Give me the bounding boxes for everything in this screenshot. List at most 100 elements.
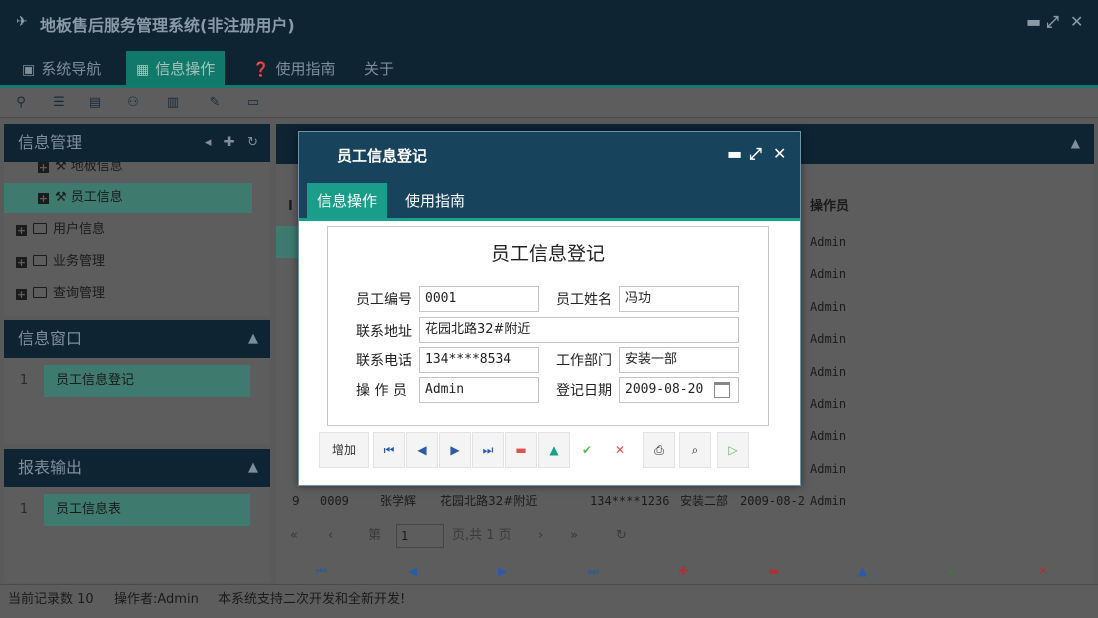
first-page-icon[interactable]: « xyxy=(290,520,298,552)
prev-page-icon[interactable]: ‹ xyxy=(328,520,333,552)
bottom-first-icon[interactable]: ⏮ xyxy=(316,564,327,579)
menu-about[interactable]: 关于 xyxy=(354,51,404,88)
first-record-icon[interactable]: ⏮ xyxy=(373,432,405,468)
table-cell-date: 2009-08-2 xyxy=(740,494,806,509)
table-cell-addr: 花园北路32#附近 xyxy=(440,494,538,509)
bottom-check-icon[interactable]: ✔ xyxy=(948,564,958,578)
menu-info-operation[interactable]: ▦ 信息操作 xyxy=(126,51,226,88)
minimize-icon[interactable]: ▬ xyxy=(1026,12,1041,31)
last-page-icon[interactable]: » xyxy=(570,520,578,552)
collapse-up-icon[interactable]: ▲ xyxy=(1071,136,1080,150)
bottom-prev-icon[interactable]: ◀ xyxy=(408,564,417,578)
grid-header-operator: 操作员 xyxy=(810,199,850,214)
expand-icon[interactable]: + xyxy=(16,225,27,236)
toolbar-document-icon[interactable]: ▤ xyxy=(86,94,104,112)
dialog-minimize-icon[interactable]: ▬ xyxy=(727,144,742,163)
tree-item-floor-info[interactable]: + ⚒ 地板信息 xyxy=(4,162,270,182)
collapse-left-icon[interactable]: ◂ xyxy=(205,135,212,150)
table-cell-operator: Admin xyxy=(810,364,847,379)
folder-icon xyxy=(33,255,47,266)
expand-icon[interactable]: + xyxy=(16,289,27,300)
save-check-icon[interactable]: ✔ xyxy=(571,432,603,468)
reload-icon[interactable]: ↻ xyxy=(616,520,627,552)
dept-field[interactable]: 安装一部 xyxy=(619,347,739,373)
report-output-header: 报表输出 ▲ xyxy=(4,449,270,487)
dialog-tab-user-guide[interactable]: 使用指南 xyxy=(395,183,475,219)
emp-no-field[interactable]: 0001 xyxy=(419,286,539,312)
dialog-body: 员工信息登记 员工编号 0001 员工姓名 冯功 联系地址 花园北路32#附近 … xyxy=(299,221,800,485)
toolbar-report-icon[interactable]: ▥ xyxy=(164,94,182,112)
print-icon[interactable]: ⎙ xyxy=(643,432,675,468)
record-count: 当前记录数 10 xyxy=(8,592,94,607)
bottom-up-icon[interactable]: ▲ xyxy=(858,564,867,578)
dialog-title: 员工信息登记 xyxy=(337,147,428,165)
tree-item-business-mgmt[interactable]: + 业务管理 xyxy=(4,247,270,277)
toolbar-users-icon[interactable]: ⚇ xyxy=(124,94,142,112)
refresh-icon[interactable]: ↻ xyxy=(247,135,258,150)
address-field[interactable]: 花园北路32#附近 xyxy=(419,317,739,343)
label-operator: 操 作 员 xyxy=(356,383,407,399)
expand-icon[interactable]: + xyxy=(38,162,49,173)
toolbar-list-icon[interactable]: ☰ xyxy=(50,94,68,112)
next-record-icon[interactable]: ▶ xyxy=(439,432,471,468)
bottom-add-icon[interactable]: ✚ xyxy=(678,564,688,578)
expand-icon[interactable]: + xyxy=(38,193,49,204)
prev-record-icon[interactable]: ◀ xyxy=(406,432,438,468)
move-up-icon[interactable]: ▲ xyxy=(538,432,570,468)
table-cell-operator: Admin xyxy=(810,397,847,411)
table-cell-operator: Admin xyxy=(810,235,847,249)
expand-icon[interactable]: + xyxy=(16,257,27,268)
info-management-tree: + ⚒ 地板信息 + ⚒ 员工信息 + 用户信息 + 业务管理 + 查询管理 xyxy=(4,162,270,316)
phone-field[interactable]: 134****8534 xyxy=(419,347,539,373)
menu-system-nav[interactable]: ▣ 系统导航 xyxy=(12,51,111,88)
menu-bar: ▣ 系统导航 ▦ 信息操作 ❓ 使用指南 关于 xyxy=(0,46,1098,88)
monitor-icon: ▣ xyxy=(22,62,36,78)
info-window-header: 信息窗口 ▲ xyxy=(4,320,270,358)
dialog-close-icon[interactable]: ✕ xyxy=(773,144,786,163)
list-item[interactable]: 1 员工信息表 xyxy=(4,494,270,526)
toolbar-window-icon[interactable]: ▭ xyxy=(244,94,262,112)
last-record-icon[interactable]: ⏭ xyxy=(472,432,504,468)
page-input[interactable] xyxy=(396,524,444,548)
collapse-up-icon[interactable]: ▲ xyxy=(248,320,258,358)
bottom-cancel-icon[interactable]: ✕ xyxy=(1038,564,1048,578)
close-icon[interactable]: ✕ xyxy=(1070,12,1083,31)
dialog-tab-info-operation[interactable]: 信息操作 xyxy=(307,183,388,219)
toolbar: ⚲ ☰ ▤ ⚇ ▥ ✎ ▭ xyxy=(0,88,1098,118)
table-cell-dept: 安装二部 xyxy=(680,494,729,509)
table-cell-operator: Admin xyxy=(810,332,847,347)
reg-date-field[interactable]: 2009-08-20 xyxy=(619,377,739,403)
next-page-icon[interactable]: › xyxy=(538,520,543,552)
table-cell-operator: Admin xyxy=(810,267,847,282)
add-button[interactable]: 增加 xyxy=(319,432,369,468)
operator-field[interactable]: Admin xyxy=(419,377,539,403)
print-preview-icon[interactable]: ⌕ xyxy=(679,432,711,468)
play-icon[interactable]: ▷ xyxy=(717,432,749,468)
delete-record-icon[interactable]: ▬ xyxy=(505,432,537,468)
tree-item-user-info[interactable]: + 用户信息 xyxy=(4,215,270,245)
add-icon[interactable]: ✚ xyxy=(224,135,235,150)
list-item[interactable]: 1 员工信息登记 xyxy=(4,365,270,397)
dialog-maximize-icon[interactable]: ⤢ xyxy=(749,144,762,164)
tree-item-query-mgmt[interactable]: + 查询管理 xyxy=(4,279,270,309)
calendar-icon[interactable] xyxy=(714,382,730,398)
collapse-up-icon[interactable]: ▲ xyxy=(248,449,258,487)
form-title: 员工信息登记 xyxy=(490,243,605,265)
table-cell-operator: Admin xyxy=(810,494,847,509)
tool-icon: ⚒ xyxy=(55,162,71,174)
maximize-icon[interactable]: ⤢ xyxy=(1046,12,1059,32)
table-cell-phone: 134****1236 xyxy=(590,494,670,509)
bottom-remove-icon[interactable]: ▬ xyxy=(768,564,779,578)
label-address: 联系地址 xyxy=(356,324,412,340)
app-logo-icon: ✈ xyxy=(16,14,28,30)
label-emp-name: 员工姓名 xyxy=(556,292,612,308)
cancel-icon[interactable]: ✕ xyxy=(604,432,636,468)
info-window-list: 1 员工信息登记 xyxy=(4,358,270,444)
toolbar-edit-icon[interactable]: ✎ xyxy=(206,94,224,112)
menu-user-guide[interactable]: ❓ 使用指南 xyxy=(242,51,345,88)
emp-name-field[interactable]: 冯功 xyxy=(619,286,739,312)
bottom-last-icon[interactable]: ⏭ xyxy=(588,564,599,579)
toolbar-search-icon[interactable]: ⚲ xyxy=(12,94,30,112)
tree-item-employee-info[interactable]: + ⚒ 员工信息 xyxy=(4,183,252,213)
bottom-next-icon[interactable]: ▶ xyxy=(498,564,507,578)
